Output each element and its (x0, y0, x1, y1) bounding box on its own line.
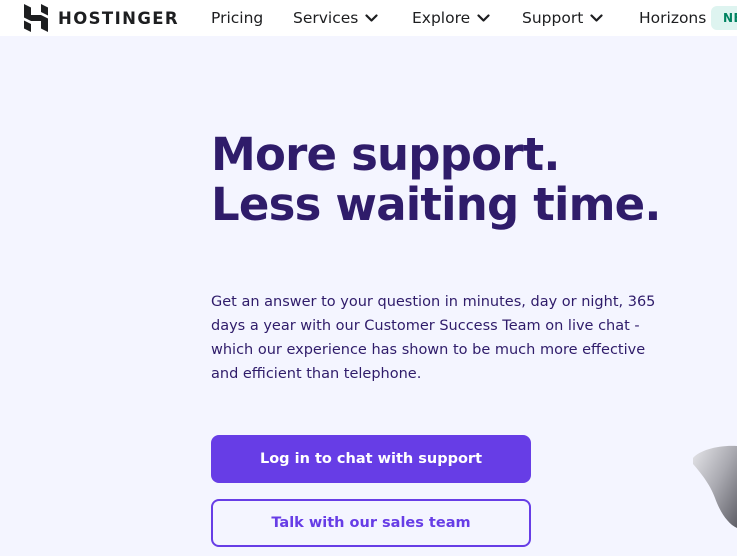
nav-item-horizons[interactable]: Horizons (639, 9, 706, 27)
nav-item-pricing[interactable]: Pricing (211, 9, 263, 27)
hero-title-line-1: More support. (211, 128, 560, 181)
chevron-down-icon (590, 14, 603, 22)
hostinger-logo-icon (24, 4, 48, 32)
nav-item-label: Horizons (639, 9, 707, 27)
chevron-down-icon (477, 14, 490, 22)
nav-item-label: Services (293, 9, 359, 27)
nav-item-support[interactable]: Support (522, 9, 603, 27)
nav-item-label: Explore (412, 9, 471, 27)
talk-with-sales-button[interactable]: Talk with our sales team (211, 499, 531, 547)
decorative-illustration (693, 445, 737, 528)
hero-title: More support. Less waiting time. (211, 130, 661, 230)
site-header: HOSTINGER Pricing Services Explore Suppo… (0, 0, 737, 36)
hostinger-logo[interactable]: HOSTINGER (24, 4, 179, 32)
hero-description-line: which our experience has shown to be muc… (211, 342, 646, 358)
nav-item-explore[interactable]: Explore (412, 9, 490, 27)
hero-description-line: days a year with our Customer Success Te… (211, 318, 640, 334)
nav-item-label: Pricing (211, 9, 264, 27)
nav-item-services[interactable]: Services (293, 9, 378, 27)
hero-description: Get an answer to your question in minute… (211, 290, 671, 386)
log-in-to-chat-button[interactable]: Log in to chat with support (211, 435, 531, 483)
hero-description-line: and efficient than telephone. (211, 366, 422, 382)
nav-item-label: Support (522, 9, 584, 27)
hero-description-line: Get an answer to your question in minute… (211, 294, 656, 310)
new-badge: NE (711, 6, 737, 30)
logo-text: HOSTINGER (58, 8, 180, 28)
hero-title-line-2: Less waiting time. (211, 178, 661, 231)
chevron-down-icon (365, 14, 378, 22)
